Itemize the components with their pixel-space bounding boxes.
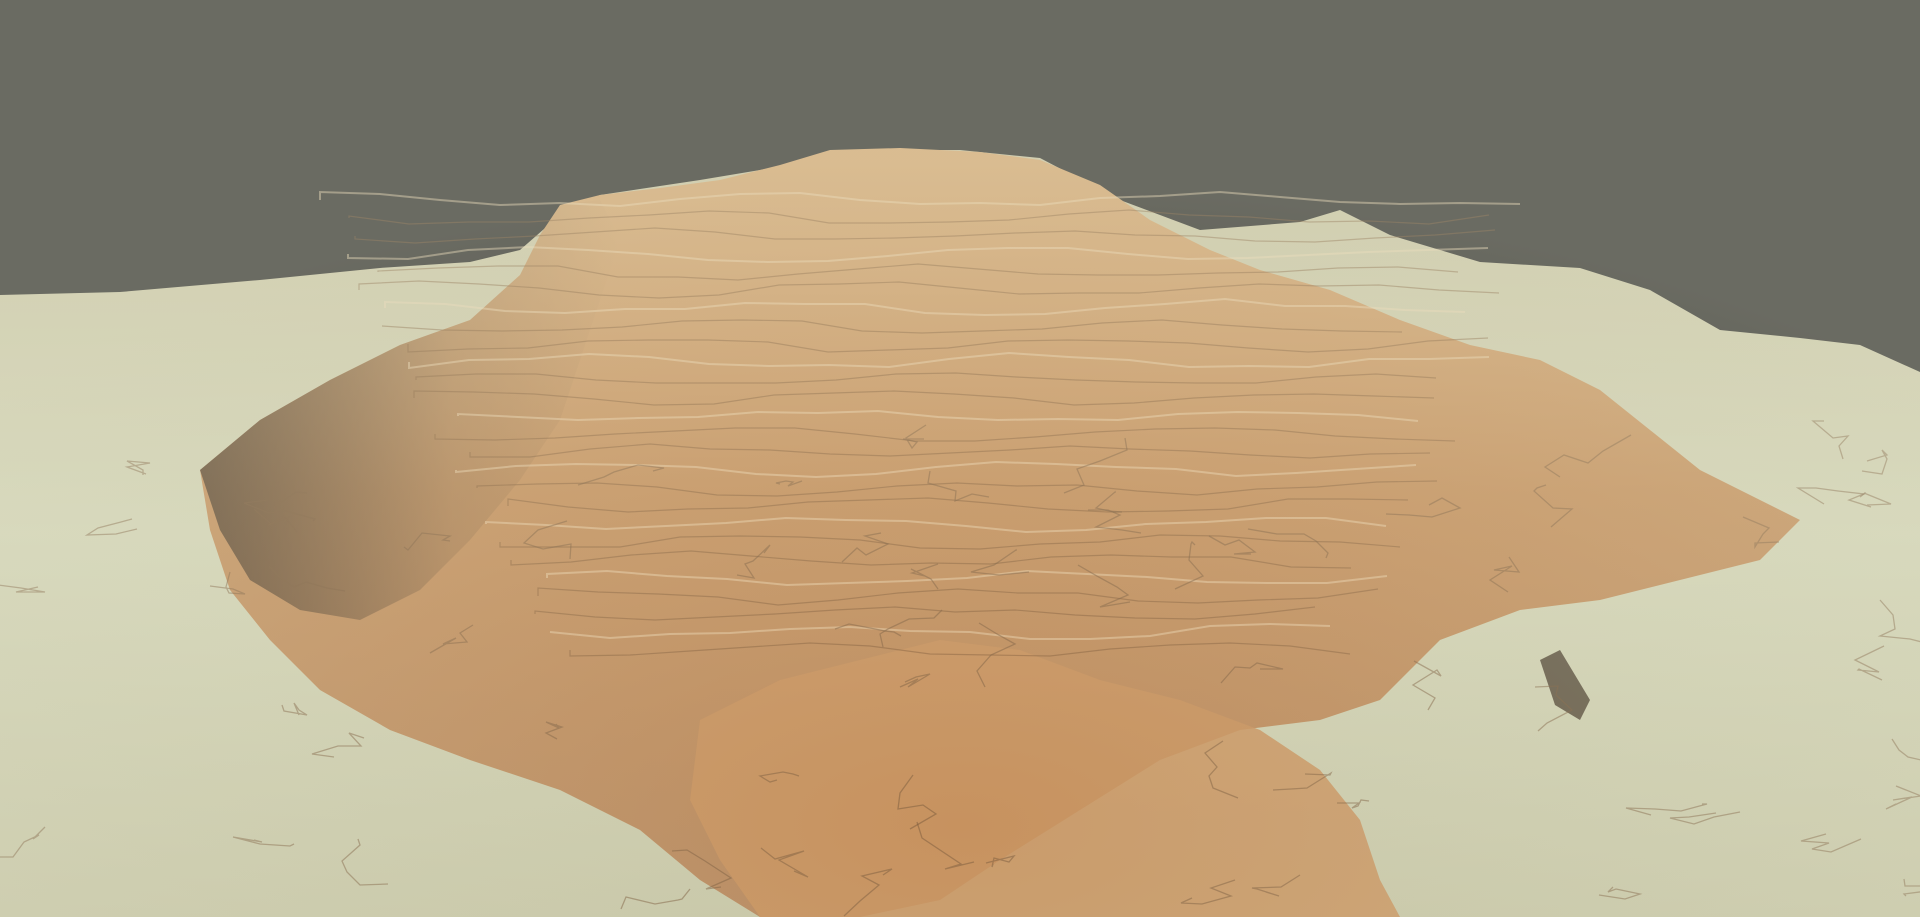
mountain-terrain-render bbox=[0, 0, 1920, 917]
render-viewport bbox=[0, 0, 1920, 917]
atmospheric-haze bbox=[0, 0, 1920, 917]
